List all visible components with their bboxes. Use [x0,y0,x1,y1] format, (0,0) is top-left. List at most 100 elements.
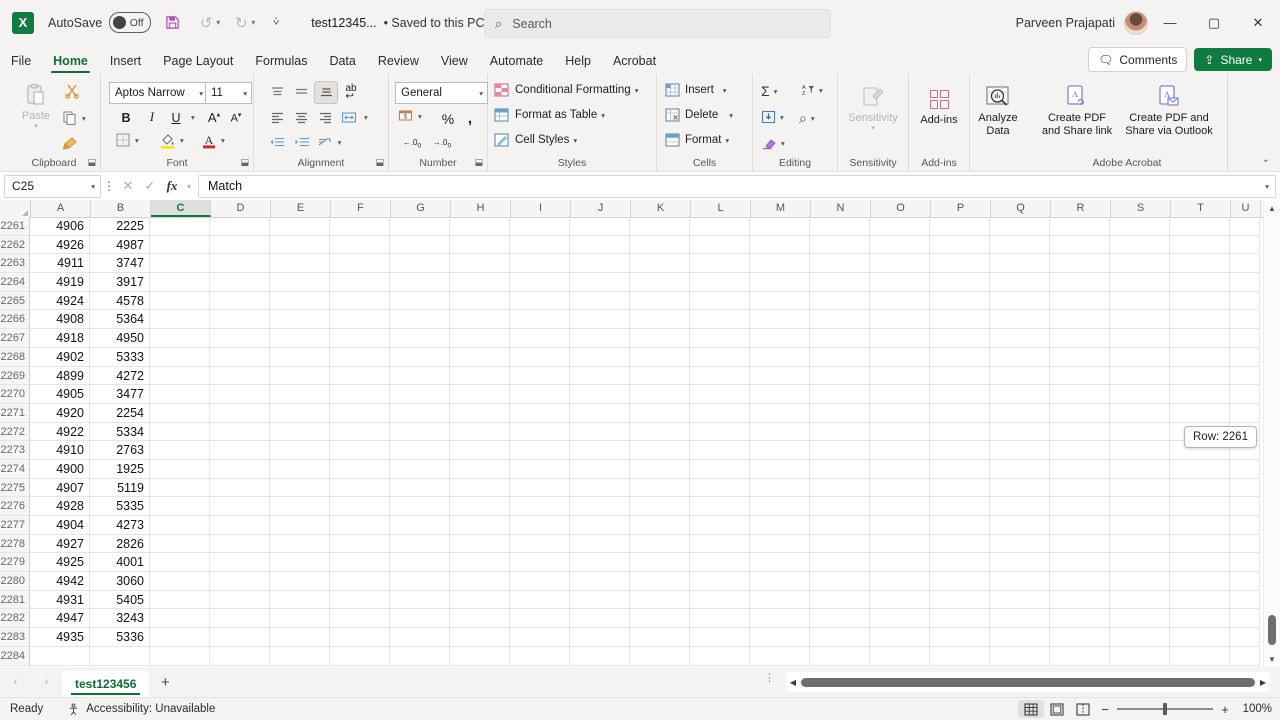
format-cells-dropdown-icon[interactable]: ▾ [725,136,729,145]
cell-T2263[interactable] [1170,254,1230,274]
column-header-M[interactable]: M [751,200,811,217]
cell-P2268[interactable] [930,347,990,367]
minimize-icon[interactable]: — [1148,0,1192,45]
column-header-J[interactable]: J [571,200,631,217]
cell-S2272[interactable] [1110,422,1170,442]
scroll-right-icon[interactable]: ▶ [1256,678,1270,687]
cell-A2269[interactable]: 4899 [30,366,90,386]
cell-L2265[interactable] [690,291,750,311]
cell-D2271[interactable] [210,403,270,423]
cell-F2275[interactable] [330,478,390,498]
cell-O2267[interactable] [870,329,930,348]
cell-E2274[interactable] [270,459,330,479]
font-size-input[interactable]: 11 ▾ [205,82,252,104]
cell-L2271[interactable] [690,403,750,423]
cell-T2278[interactable] [1170,534,1230,554]
previous-sheet-icon[interactable]: ‹ [0,667,31,697]
cell-Q2271[interactable] [990,403,1050,423]
percent-style-button[interactable]: % [437,108,459,129]
increase-decimal-button[interactable]: →.00 [431,133,453,154]
sheet-tab-test123456[interactable]: test123456 [62,671,150,697]
cell-U2266[interactable] [1230,310,1260,330]
paste-button[interactable]: Paste ▾ [14,80,58,131]
formula-bar-options-icon[interactable]: ⋮ [101,179,117,193]
cell-F2270[interactable] [330,385,390,404]
row-header-2262[interactable]: 2262 [0,235,30,255]
share-button[interactable]: ⇪ Share ▾ [1194,48,1272,71]
cell-D2281[interactable] [210,590,270,610]
cell-A2268[interactable]: 4902 [30,347,90,367]
column-header-O[interactable]: O [871,200,931,217]
cell-G2282[interactable] [390,609,450,629]
cell-O2261[interactable] [870,217,930,236]
cell-D2282[interactable] [210,609,270,629]
cell-M2277[interactable] [750,516,810,535]
cell-L2264[interactable] [690,273,750,292]
cell-H2271[interactable] [450,403,510,423]
cell-G2274[interactable] [390,459,450,479]
find-and-select-dropdown-icon[interactable]: ▾ [811,114,815,123]
font-dialog-launcher-icon[interactable]: ⬓ [240,157,249,168]
cell-F2274[interactable] [330,459,390,479]
cell-C2268[interactable] [150,347,210,367]
cell-R2266[interactable] [1050,310,1110,330]
cell-I2276[interactable] [510,497,570,516]
cell-B2268[interactable]: 5333 [90,347,150,367]
vertical-scrollbar[interactable]: ▲ ▼ [1263,200,1280,667]
format-as-table-button[interactable]: Format as Table ▾ [494,108,605,122]
cell-R2265[interactable] [1050,291,1110,311]
cell-M2263[interactable] [750,254,810,274]
cell-T2266[interactable] [1170,310,1230,330]
page-break-preview-icon[interactable] [1070,700,1096,718]
cell-H2277[interactable] [450,516,510,535]
delete-cells-dropdown-icon[interactable]: ▾ [729,111,733,120]
cell-L2279[interactable] [690,553,750,573]
tab-home[interactable]: Home [42,48,99,74]
cell-P2261[interactable] [930,217,990,236]
fill-color-button[interactable]: ▾ [159,132,184,149]
cell-F2284[interactable] [330,646,390,666]
cell-B2272[interactable]: 5334 [90,422,150,442]
scroll-up-icon[interactable]: ▲ [1264,200,1280,216]
cell-I2263[interactable] [510,254,570,274]
cell-E2278[interactable] [270,534,330,554]
row-header-2266[interactable]: 2266 [0,310,30,330]
row-header-2276[interactable]: 2276 [0,497,30,516]
cell-F2271[interactable] [330,403,390,423]
cell-A2270[interactable]: 4905 [30,385,90,404]
cell-D2268[interactable] [210,347,270,367]
cell-T2262[interactable] [1170,235,1230,255]
cell-P2267[interactable] [930,329,990,348]
analyze-data-button[interactable]: Analyze Data [970,82,1026,137]
cell-P2280[interactable] [930,572,990,591]
horizontal-scrollbar-thumb[interactable] [801,677,1255,687]
sensitivity-button[interactable]: Sensitivity ▾ [845,82,901,133]
cell-C2271[interactable] [150,403,210,423]
tab-page-layout[interactable]: Page Layout [152,48,244,74]
cell-A2276[interactable]: 4928 [30,497,90,516]
row-header-2264[interactable]: 2264 [0,273,30,292]
cell-B2274[interactable]: 1925 [90,459,150,479]
cell-H2276[interactable] [450,497,510,516]
cell-F2269[interactable] [330,366,390,386]
cell-S2280[interactable] [1110,572,1170,591]
cell-O2282[interactable] [870,609,930,629]
cell-C2274[interactable] [150,459,210,479]
insert-cells-button[interactable]: Insert ▾ [665,83,727,97]
align-left-button[interactable] [266,107,288,128]
cell-H2267[interactable] [450,329,510,348]
cell-I2281[interactable] [510,590,570,610]
align-right-button[interactable] [314,107,336,128]
cell-E2270[interactable] [270,385,330,404]
cell-N2276[interactable] [810,497,870,516]
cell-G2277[interactable] [390,516,450,535]
cell-I2275[interactable] [510,478,570,498]
cell-M2269[interactable] [750,366,810,386]
cell-A2263[interactable]: 4911 [30,254,90,274]
cell-J2261[interactable] [570,217,630,236]
cell-D2263[interactable] [210,254,270,274]
cell-P2265[interactable] [930,291,990,311]
cell-K2284[interactable] [630,646,690,666]
cell-M2264[interactable] [750,273,810,292]
cell-C2273[interactable] [150,441,210,460]
